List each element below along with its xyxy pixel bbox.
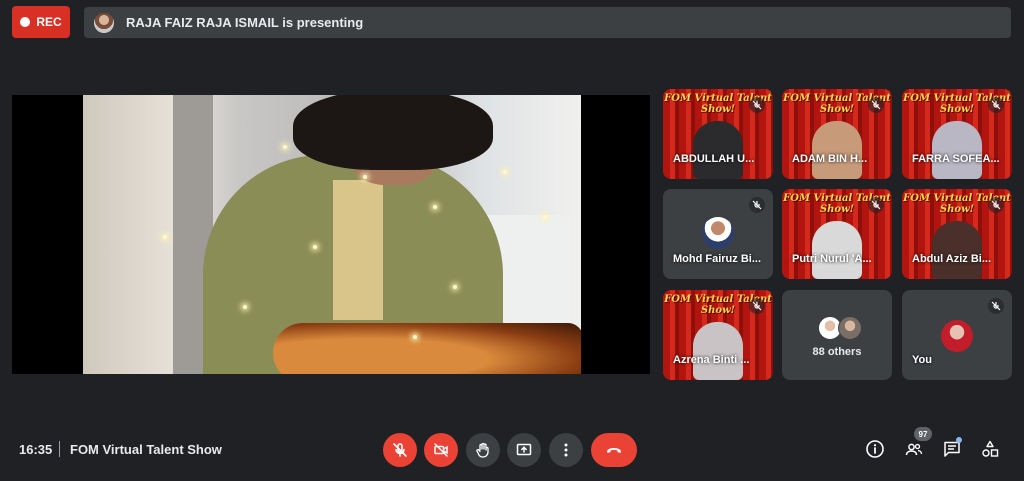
raise-hand-icon [476, 442, 489, 458]
end-call-button[interactable] [591, 433, 637, 467]
participant-tile[interactable]: Mohd Fairuz Bi... [663, 189, 773, 279]
participant-video [693, 322, 743, 380]
participant-tile[interactable]: FOM Virtual Talent Show! ABDULLAH U... [663, 89, 773, 179]
more-options-button[interactable] [549, 433, 583, 467]
mic-off-icon [988, 97, 1004, 113]
recording-badge[interactable]: REC [12, 6, 70, 38]
self-tile[interactable]: You [902, 290, 1012, 380]
meeting-info-button[interactable] [864, 438, 886, 460]
presenter-text: RAJA FAIZ RAJA ISMAIL is presenting [126, 15, 364, 30]
info-icon [866, 440, 884, 458]
mic-off-icon [749, 298, 765, 314]
others-tile[interactable]: 88 others [782, 290, 892, 380]
participant-name: Azrena Binti ... [673, 354, 750, 366]
mic-off-icon [868, 197, 884, 213]
presenter-avatar [94, 12, 114, 33]
participant-name: FARRA SOFEA... [912, 153, 1000, 165]
participant-video [932, 121, 982, 179]
presenter-banner[interactable]: RAJA FAIZ RAJA ISMAIL is presenting [84, 7, 1011, 38]
participant-name: Putri Nurul 'A... [792, 253, 872, 265]
present-screen-button[interactable] [507, 433, 541, 467]
participant-tile[interactable]: FOM Virtual Talent Show! Putri Nurul 'A.… [782, 189, 892, 279]
self-avatar [941, 320, 973, 352]
raise-hand-button[interactable] [466, 433, 500, 467]
meeting-title: FOM Virtual Talent Show [70, 442, 222, 457]
participant-tile[interactable]: FOM Virtual Talent Show! FARRA SOFEA... [902, 89, 1012, 179]
participant-name: ADAM BIN H... [792, 153, 868, 165]
participant-name: ABDULLAH U... [673, 153, 755, 165]
mic-toggle-button[interactable] [383, 433, 417, 467]
camera-off-icon [434, 443, 448, 457]
more-options-icon [564, 443, 568, 457]
people-icon [905, 443, 923, 456]
participant-tile[interactable]: FOM Virtual Talent Show! Abdul Aziz Bi..… [902, 189, 1012, 279]
participant-name: Abdul Aziz Bi... [912, 253, 992, 265]
mic-off-icon [393, 443, 407, 457]
divider [59, 441, 60, 457]
recording-dot-icon [20, 17, 31, 27]
recording-label: REC [36, 15, 62, 29]
mic-off-icon [749, 97, 765, 113]
others-count: 88 others [812, 346, 862, 358]
people-button[interactable] [903, 438, 925, 460]
participant-tile[interactable]: FOM Virtual Talent Show! ADAM BIN H... [782, 89, 892, 179]
participant-video [812, 121, 862, 179]
activities-icon [982, 440, 999, 457]
self-name: You [912, 354, 932, 366]
present-screen-icon [516, 443, 532, 456]
participant-avatar [702, 217, 734, 249]
others-avatars [818, 316, 868, 340]
camera-toggle-button[interactable] [424, 433, 458, 467]
participant-video [932, 221, 982, 279]
participant-name: Mohd Fairuz Bi... [673, 253, 761, 265]
end-call-icon [607, 448, 621, 453]
mic-off-icon [988, 197, 1004, 213]
participant-video [693, 121, 743, 179]
mic-off-icon [868, 97, 884, 113]
mic-off-icon [988, 298, 1004, 314]
presentation-stage[interactable] [12, 95, 650, 374]
meeting-time: 16:35 [19, 442, 53, 457]
people-count-badge: 97 [914, 427, 932, 441]
activities-button[interactable] [979, 438, 1001, 460]
participant-tile[interactable]: FOM Virtual Talent Show! Azrena Binti ..… [663, 290, 773, 380]
participant-video [812, 221, 862, 279]
presentation-video [83, 95, 581, 374]
mic-off-icon [749, 197, 765, 213]
chat-notification-dot [956, 437, 962, 443]
